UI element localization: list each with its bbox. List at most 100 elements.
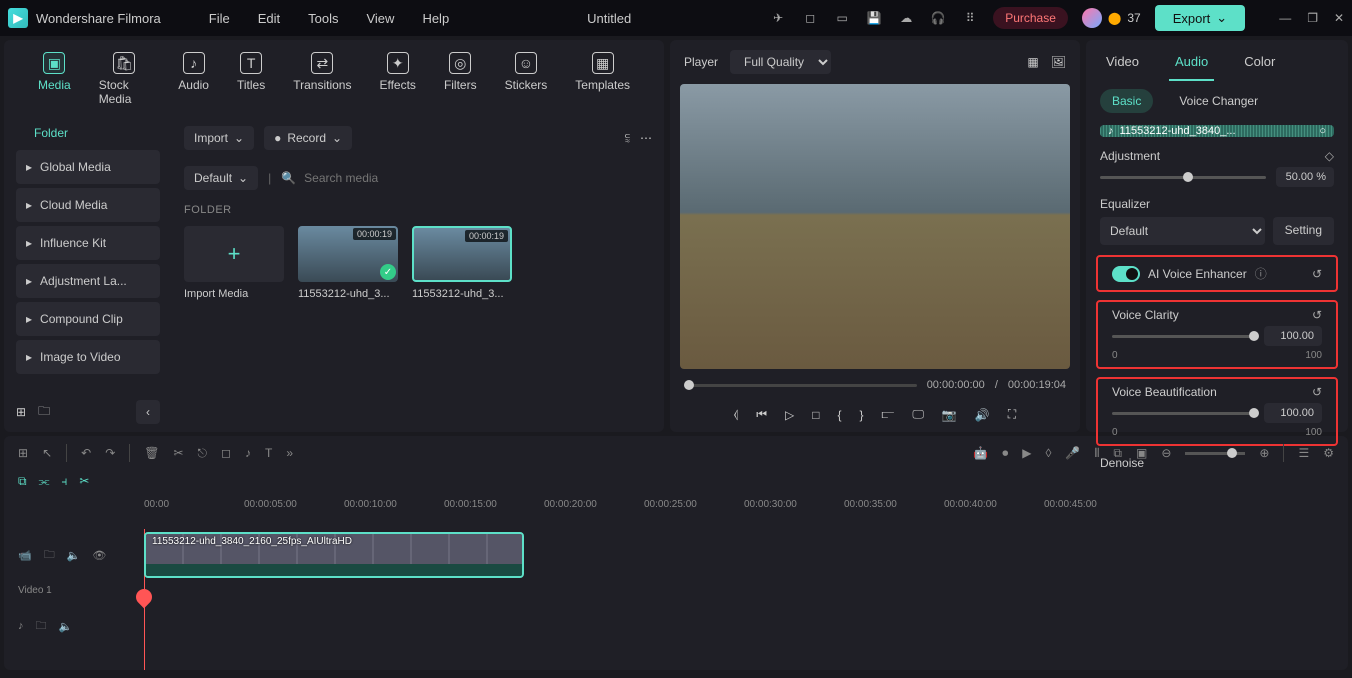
sidebar-item-adjustment[interactable]: ▸ Adjustment La... — [16, 264, 160, 298]
undo-icon[interactable]: ↶ — [81, 446, 91, 460]
voice-clarity-slider[interactable] — [1112, 335, 1254, 338]
folder-icon[interactable]: 🗀 — [38, 402, 50, 423]
crop-tl-icon[interactable]: ◻ — [221, 446, 231, 460]
tab-color[interactable]: Color — [1238, 44, 1281, 81]
media-thumb[interactable]: 00:00:19 11553212-uhd_3... — [412, 226, 512, 300]
lock-icon[interactable]: ⫞ — [61, 474, 67, 489]
tab-filters[interactable]: ◎Filters — [430, 48, 491, 110]
sort-default[interactable]: Default ⌄ — [184, 166, 258, 190]
magnet-icon[interactable]: ⫘ — [39, 474, 50, 489]
camera-icon[interactable]: 📷 — [942, 408, 957, 422]
import-media-tile[interactable]: + Import Media — [184, 226, 284, 300]
fullscreen-icon[interactable]: ⛶ — [1008, 407, 1016, 422]
media-thumb[interactable]: 00:00:19✓ 11553212-uhd_3... — [298, 226, 398, 300]
purchase-button[interactable]: Purchase — [993, 7, 1068, 29]
keyframe-icon[interactable]: ◇ — [1325, 149, 1334, 163]
mark-out-icon[interactable]: } — [860, 408, 864, 422]
timeline-clip[interactable]: 11553212-uhd_3840_2160_25fps_AIUltraHD — [144, 532, 524, 578]
text-icon[interactable]: T — [265, 446, 272, 460]
cursor-icon[interactable]: ↖ — [42, 446, 52, 460]
audio-track-icon[interactable]: ♪ — [18, 620, 24, 632]
prev-frame-icon[interactable]: ⦉ — [734, 407, 738, 422]
record-button[interactable]: ● Record ⌄ — [264, 126, 352, 150]
sidebar-item-compound[interactable]: ▸ Compound Clip — [16, 302, 160, 336]
cloud-icon[interactable]: ☁ — [897, 9, 915, 27]
sidebar-item-global[interactable]: ▸ Global Media — [16, 150, 160, 184]
sidebar-item-influence[interactable]: ▸ Influence Kit — [16, 226, 160, 260]
import-button[interactable]: Import ⌄ — [184, 126, 254, 150]
add-track-icon[interactable]: ⊞ — [18, 446, 28, 460]
subtab-voicechanger[interactable]: Voice Changer — [1167, 89, 1270, 113]
collapse-sidebar-button[interactable]: ‹ — [136, 400, 160, 424]
tab-media[interactable]: ▣Media — [24, 48, 85, 110]
save-icon[interactable]: 💾 — [865, 9, 883, 27]
tab-templates[interactable]: ▦Templates — [561, 48, 644, 110]
mixer-icon[interactable]: ⫴ — [1094, 446, 1099, 461]
send-icon[interactable]: ✈ — [769, 9, 787, 27]
ripple-icon[interactable]: ✂ — [79, 474, 89, 489]
subtab-basic[interactable]: Basic — [1100, 89, 1153, 113]
group-icon[interactable]: ⧉ — [1113, 446, 1122, 461]
mute-icon[interactable]: 🔈 — [59, 620, 73, 633]
menu-file[interactable]: File — [209, 11, 230, 26]
cam-icon[interactable]: 📹 — [18, 549, 32, 562]
music-icon[interactable]: ♪ — [245, 446, 251, 460]
tab-video[interactable]: Video — [1100, 44, 1145, 81]
lock-track-icon[interactable]: 🗀 — [44, 546, 55, 565]
headphones-icon[interactable]: 🎧 — [929, 9, 947, 27]
snap-icon[interactable]: ▣ — [1136, 446, 1147, 460]
tab-transitions[interactable]: ⇄Transitions — [279, 48, 365, 110]
display-icon[interactable]: 🖵 — [912, 407, 924, 422]
more-tools-icon[interactable]: » — [286, 446, 293, 460]
lock-track-icon[interactable]: 🗀 — [36, 617, 47, 636]
settings-icon[interactable]: ⚙ — [1323, 446, 1334, 460]
play-icon[interactable]: ▷ — [785, 408, 794, 422]
new-folder-icon[interactable]: ⊞ — [16, 405, 26, 419]
maximize-button[interactable]: ❐ — [1307, 11, 1318, 25]
menu-view[interactable]: View — [366, 11, 394, 26]
visible-icon[interactable]: 👁 — [92, 549, 106, 562]
voice-beauty-slider[interactable] — [1112, 412, 1254, 415]
mic-icon[interactable]: 🎤 — [1065, 446, 1080, 460]
tab-audio[interactable]: Audio — [1169, 44, 1214, 81]
monitor-icon[interactable]: ▭ — [833, 9, 851, 27]
crop-icon[interactable]: ⫍ — [882, 407, 895, 422]
link-icon[interactable]: ⧉ — [18, 474, 27, 489]
device-icon[interactable]: ◻ — [801, 9, 819, 27]
stop-icon[interactable]: □ — [812, 408, 819, 422]
list-view-icon[interactable]: ☰ — [1298, 446, 1309, 460]
help-icon[interactable]: ⓘ — [1255, 265, 1267, 282]
reset-icon[interactable]: ↺ — [1312, 385, 1322, 399]
mark-in-icon[interactable]: { — [838, 408, 842, 422]
grid-view-icon[interactable]: ▦ — [1027, 55, 1038, 69]
export-button[interactable]: Export⌄ — [1155, 5, 1245, 31]
adjustment-slider[interactable] — [1100, 176, 1266, 179]
record-tl-icon[interactable]: ⏺ — [1002, 446, 1008, 461]
marker-icon[interactable]: ◊ — [1045, 446, 1051, 460]
quality-select[interactable]: Full Quality — [730, 50, 831, 74]
audio-clip-wave[interactable]: ♪11553212-uhd_3840_...○ — [1100, 125, 1334, 137]
close-button[interactable]: ✕ — [1334, 11, 1344, 25]
menu-edit[interactable]: Edit — [258, 11, 280, 26]
tab-effects[interactable]: ✦Effects — [365, 48, 429, 110]
menu-help[interactable]: Help — [422, 11, 449, 26]
zoom-out-icon[interactable]: ⊖ — [1161, 446, 1171, 460]
scrub-bar[interactable] — [684, 384, 917, 387]
minimize-button[interactable]: — — [1279, 11, 1291, 25]
render-icon[interactable]: ▶ — [1022, 446, 1031, 460]
mute-icon[interactable]: 🔈 — [67, 549, 81, 562]
search-input[interactable] — [304, 171, 652, 185]
step-back-icon[interactable]: ⏮ — [756, 407, 767, 422]
tab-titles[interactable]: TTitles — [223, 48, 279, 110]
voice-enhancer-toggle[interactable] — [1112, 266, 1140, 282]
apps-icon[interactable]: ⠿ — [961, 9, 979, 27]
more-icon[interactable]: ⋯ — [640, 131, 652, 145]
sidebar-item-cloud[interactable]: ▸ Cloud Media — [16, 188, 160, 222]
split-icon[interactable]: ⎋ — [198, 446, 208, 461]
reset-icon[interactable]: ↺ — [1312, 308, 1322, 322]
preview-viewport[interactable] — [680, 84, 1070, 369]
ai-icon[interactable]: 🤖 — [973, 446, 988, 460]
zoom-in-icon[interactable]: ⊕ — [1259, 446, 1269, 460]
delete-icon[interactable]: 🗑 — [144, 446, 159, 460]
equalizer-setting-button[interactable]: Setting — [1273, 217, 1334, 245]
